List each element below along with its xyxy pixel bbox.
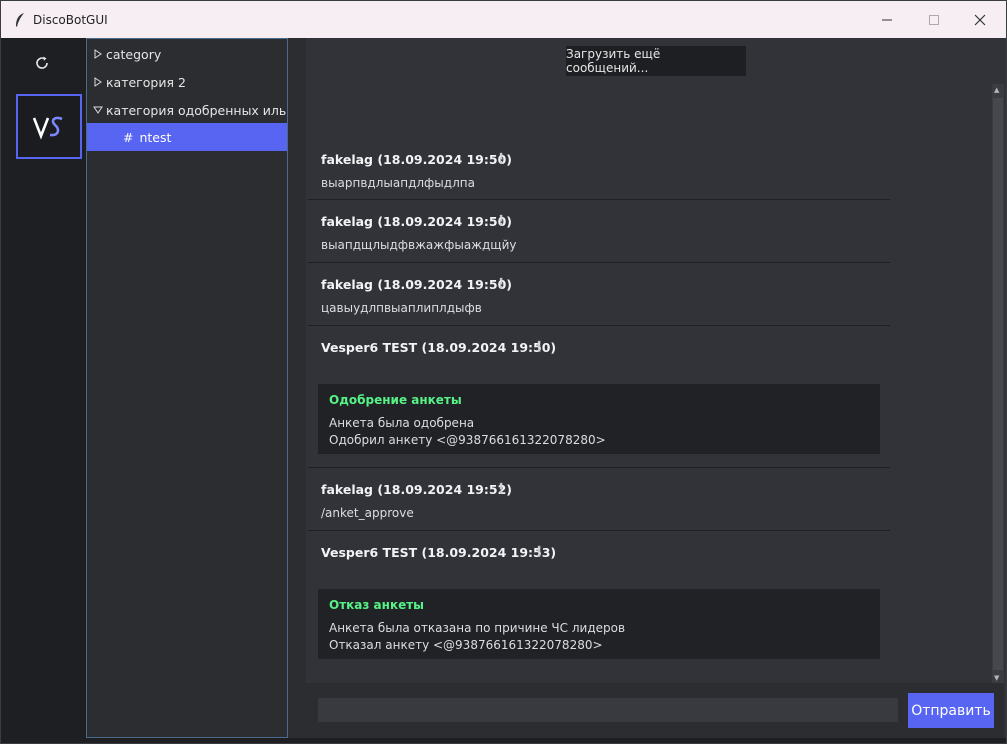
- chat-area: Загрузить ещё сообщений... fakelag (18.0…: [306, 38, 1006, 743]
- message-author: fakelag (18.09.2024 19:50): [321, 277, 512, 292]
- message-text: выарпвдлыапдлфыдлпа: [321, 176, 475, 190]
- refresh-icon: [36, 56, 48, 69]
- load-more-button[interactable]: Загрузить ещё сообщений...: [566, 46, 746, 76]
- scrollbar[interactable]: ▲ ▼: [992, 84, 1004, 684]
- composer: Отправить: [306, 683, 1004, 743]
- window-title: DiscoBotGUI: [33, 12, 108, 27]
- maximize-button[interactable]: [911, 1, 957, 38]
- message: fakelag (18.09.2024 19:50) ⋮ цавыудлпвыа…: [308, 263, 890, 326]
- category-item[interactable]: категория 2: [93, 71, 186, 93]
- more-options-icon[interactable]: ⋮: [532, 338, 546, 356]
- minimize-button[interactable]: [864, 1, 910, 38]
- bottom-strip: [1, 738, 1006, 743]
- message: fakelag (18.09.2024 19:50) ⋮ выапдщлыдфв…: [308, 200, 890, 263]
- more-options-icon[interactable]: ⋮: [494, 480, 508, 498]
- message-text: /anket_approve: [321, 506, 414, 520]
- message-text: цавыудлпвыаплиплдыфв: [321, 301, 482, 315]
- title-bar: DiscoBotGUI: [1, 1, 1006, 38]
- caret-right-icon: [93, 49, 103, 59]
- channel-tree: category категория 2 категория одобренны…: [86, 38, 288, 738]
- server-logo-icon: [32, 116, 63, 140]
- server-sidebar: [1, 38, 86, 743]
- refresh-button[interactable]: [29, 50, 55, 76]
- close-button[interactable]: [957, 1, 1003, 38]
- embed-line: Одобрил анкету <@938766161322078280>: [329, 433, 606, 447]
- more-options-icon[interactable]: ⋮: [532, 543, 546, 561]
- scrollbar-thumb[interactable]: [993, 98, 1003, 670]
- more-options-icon[interactable]: ⋮: [494, 275, 508, 293]
- scroll-down-icon[interactable]: ▼: [994, 674, 999, 682]
- category-item[interactable]: category: [93, 43, 161, 65]
- message-author: fakelag (18.09.2024 19:50): [321, 152, 512, 167]
- message-author: Vesper6 TEST (18.09.2024 19:53): [321, 545, 557, 560]
- category-label: категория одобренных иль нет: [106, 102, 287, 118]
- caret-right-icon: [93, 77, 103, 87]
- category-label: category: [106, 46, 162, 62]
- message-text: выапдщлыдфвжажфыаждщйу: [321, 238, 517, 252]
- message: Vesper6 TEST (18.09.2024 19:50) ⋮ Одобре…: [308, 326, 890, 468]
- message: fakelag (18.09.2024 19:50) ⋮ выарпвдлыап…: [308, 138, 890, 200]
- embed-title: Одобрение анкеты: [329, 393, 462, 407]
- channel-item-ntest[interactable]: # ntest: [87, 123, 287, 151]
- embed-line: Анкета была одобрена: [329, 416, 475, 430]
- category-label: категория 2: [106, 74, 186, 90]
- more-options-icon[interactable]: ⋮: [494, 150, 508, 168]
- embed-line: Анкета была отказана по причине ЧС лидер…: [329, 621, 626, 635]
- server-icon[interactable]: [16, 94, 82, 159]
- send-button[interactable]: Отправить: [908, 693, 994, 728]
- close-icon: [974, 14, 986, 25]
- message: Vesper6 TEST (18.09.2024 19:53) ⋮ Отказ …: [308, 531, 890, 681]
- embed-title: Отказ анкеты: [329, 598, 425, 612]
- message: fakelag (18.09.2024 19:52) ⋮ /anket_appr…: [308, 468, 890, 531]
- hash-icon: #: [123, 129, 134, 145]
- message-author: fakelag (18.09.2024 19:50): [321, 214, 512, 229]
- message-author: Vesper6 TEST (18.09.2024 19:50): [321, 340, 557, 355]
- more-options-icon[interactable]: ⋮: [494, 212, 508, 230]
- feather-icon: [13, 12, 27, 28]
- channel-label: ntest: [139, 129, 172, 145]
- message-input[interactable]: [318, 698, 898, 722]
- embed-card: Отказ анкеты Анкета была отказана по при…: [318, 589, 880, 659]
- caret-down-icon: [93, 106, 103, 114]
- app-window: DiscoBotGUI category категория 2 категор…: [0, 0, 1007, 744]
- category-item[interactable]: категория одобренных иль нет: [93, 99, 287, 121]
- embed-line: Отказал анкету <@938766161322078280>: [329, 638, 603, 652]
- message-author: fakelag (18.09.2024 19:52): [321, 482, 512, 497]
- embed-card: Одобрение анкеты Анкета была одобрена Од…: [318, 384, 880, 454]
- scroll-up-icon[interactable]: ▲: [994, 86, 999, 94]
